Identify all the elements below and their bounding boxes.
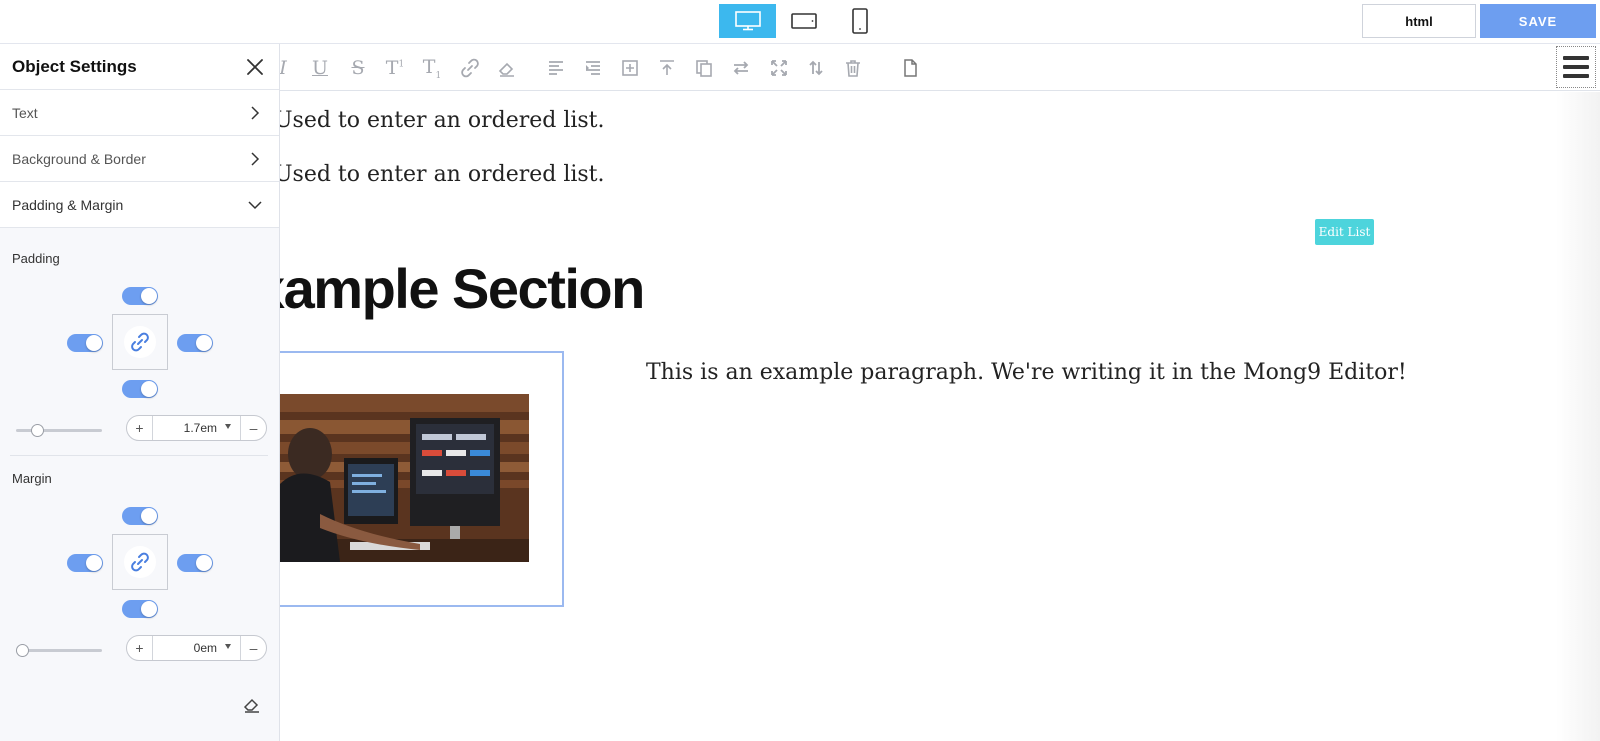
desktop-icon	[734, 11, 761, 31]
section-padding-margin-label: Padding & Margin	[12, 197, 124, 213]
padding-label: Padding	[12, 251, 60, 266]
indent-icon[interactable]	[582, 57, 604, 79]
chevron-right-icon	[251, 152, 260, 166]
padding-value[interactable]: 1.7em	[155, 421, 217, 435]
file-icon[interactable]	[899, 57, 921, 79]
padding-link-button[interactable]	[112, 314, 168, 370]
margin-bottom-toggle[interactable]	[122, 600, 158, 618]
caret-down-icon[interactable]	[225, 424, 231, 429]
padding-left-toggle[interactable]	[67, 334, 103, 352]
device-desktop-button[interactable]	[719, 4, 776, 38]
device-mobile-button[interactable]	[831, 4, 888, 38]
swap-icon[interactable]	[730, 57, 752, 79]
device-tablet-button[interactable]	[775, 4, 832, 38]
padding-stepper: + 1.7em –	[126, 415, 267, 441]
margin-left-toggle[interactable]	[67, 554, 103, 572]
mobile-icon	[851, 8, 868, 34]
margin-increase-button[interactable]: +	[127, 636, 153, 660]
object-settings-panel: Object Settings Text Background & Border…	[0, 44, 280, 741]
superscript-icon[interactable]: T1	[384, 57, 406, 79]
align-left-icon[interactable]	[545, 57, 567, 79]
list-item[interactable]: Used to enter an ordered list.	[280, 162, 605, 187]
copy-icon[interactable]	[693, 57, 715, 79]
strikethrough-icon[interactable]: S	[347, 57, 369, 79]
editor-canvas: Used to enter an ordered list. Used to e…	[280, 92, 1556, 741]
menu-icon[interactable]	[1556, 46, 1596, 88]
format-toolbar: I U S T1 T1	[279, 45, 1600, 91]
padding-slider-thumb[interactable]	[31, 424, 44, 437]
padding-decrease-button[interactable]: –	[240, 416, 266, 440]
panel-header: Object Settings	[0, 44, 279, 90]
underline-icon[interactable]: U	[309, 57, 331, 79]
section-text[interactable]: Text	[0, 90, 279, 136]
divider	[10, 455, 268, 456]
section-heading[interactable]: xample Section	[280, 256, 645, 321]
eraser-icon[interactable]	[242, 694, 262, 714]
canvas-edge-shadow	[1556, 92, 1600, 741]
margin-right-toggle[interactable]	[177, 554, 213, 572]
close-icon[interactable]	[246, 58, 264, 76]
padding-slider[interactable]	[16, 429, 102, 432]
padding-bottom-toggle[interactable]	[122, 380, 158, 398]
chevron-right-icon	[251, 106, 260, 120]
subscript-icon[interactable]: T1	[421, 56, 443, 81]
list-item[interactable]: Used to enter an ordered list.	[280, 108, 605, 133]
html-button[interactable]: html	[1362, 4, 1476, 38]
move-vertical-icon[interactable]	[805, 57, 827, 79]
trash-icon[interactable]	[842, 57, 864, 79]
example-paragraph[interactable]: This is an example paragraph. We're writ…	[646, 360, 1407, 385]
eraser-icon[interactable]	[496, 57, 518, 79]
edit-list-button[interactable]: Edit List	[1315, 219, 1374, 245]
margin-label: Margin	[12, 471, 52, 486]
add-block-icon[interactable]	[619, 57, 641, 79]
top-bar: html SAVE	[0, 0, 1600, 44]
padding-top-toggle[interactable]	[122, 287, 158, 305]
margin-decrease-button[interactable]: –	[240, 636, 266, 660]
margin-slider-thumb[interactable]	[16, 644, 29, 657]
photo-illustration	[280, 394, 529, 562]
example-photo[interactable]	[280, 394, 529, 562]
link-icon	[131, 332, 149, 352]
link-icon	[131, 552, 149, 572]
section-padding-margin[interactable]: Padding & Margin	[0, 182, 279, 228]
insert-above-icon[interactable]	[656, 57, 678, 79]
margin-link-button[interactable]	[112, 534, 168, 590]
panel-title: Object Settings	[12, 57, 137, 76]
margin-value[interactable]: 0em	[155, 641, 217, 655]
expand-icon[interactable]	[768, 57, 790, 79]
margin-top-toggle[interactable]	[122, 507, 158, 525]
section-background-border-label: Background & Border	[12, 151, 146, 167]
save-button[interactable]: SAVE	[1480, 4, 1596, 38]
section-background-border[interactable]: Background & Border	[0, 136, 279, 182]
chevron-down-icon	[248, 201, 262, 210]
margin-stepper: + 0em –	[126, 635, 267, 661]
link-icon[interactable]	[459, 57, 481, 79]
tablet-landscape-icon	[790, 13, 817, 29]
section-text-label: Text	[12, 105, 38, 121]
padding-increase-button[interactable]: +	[127, 416, 153, 440]
padding-right-toggle[interactable]	[177, 334, 213, 352]
caret-down-icon[interactable]	[225, 644, 231, 649]
